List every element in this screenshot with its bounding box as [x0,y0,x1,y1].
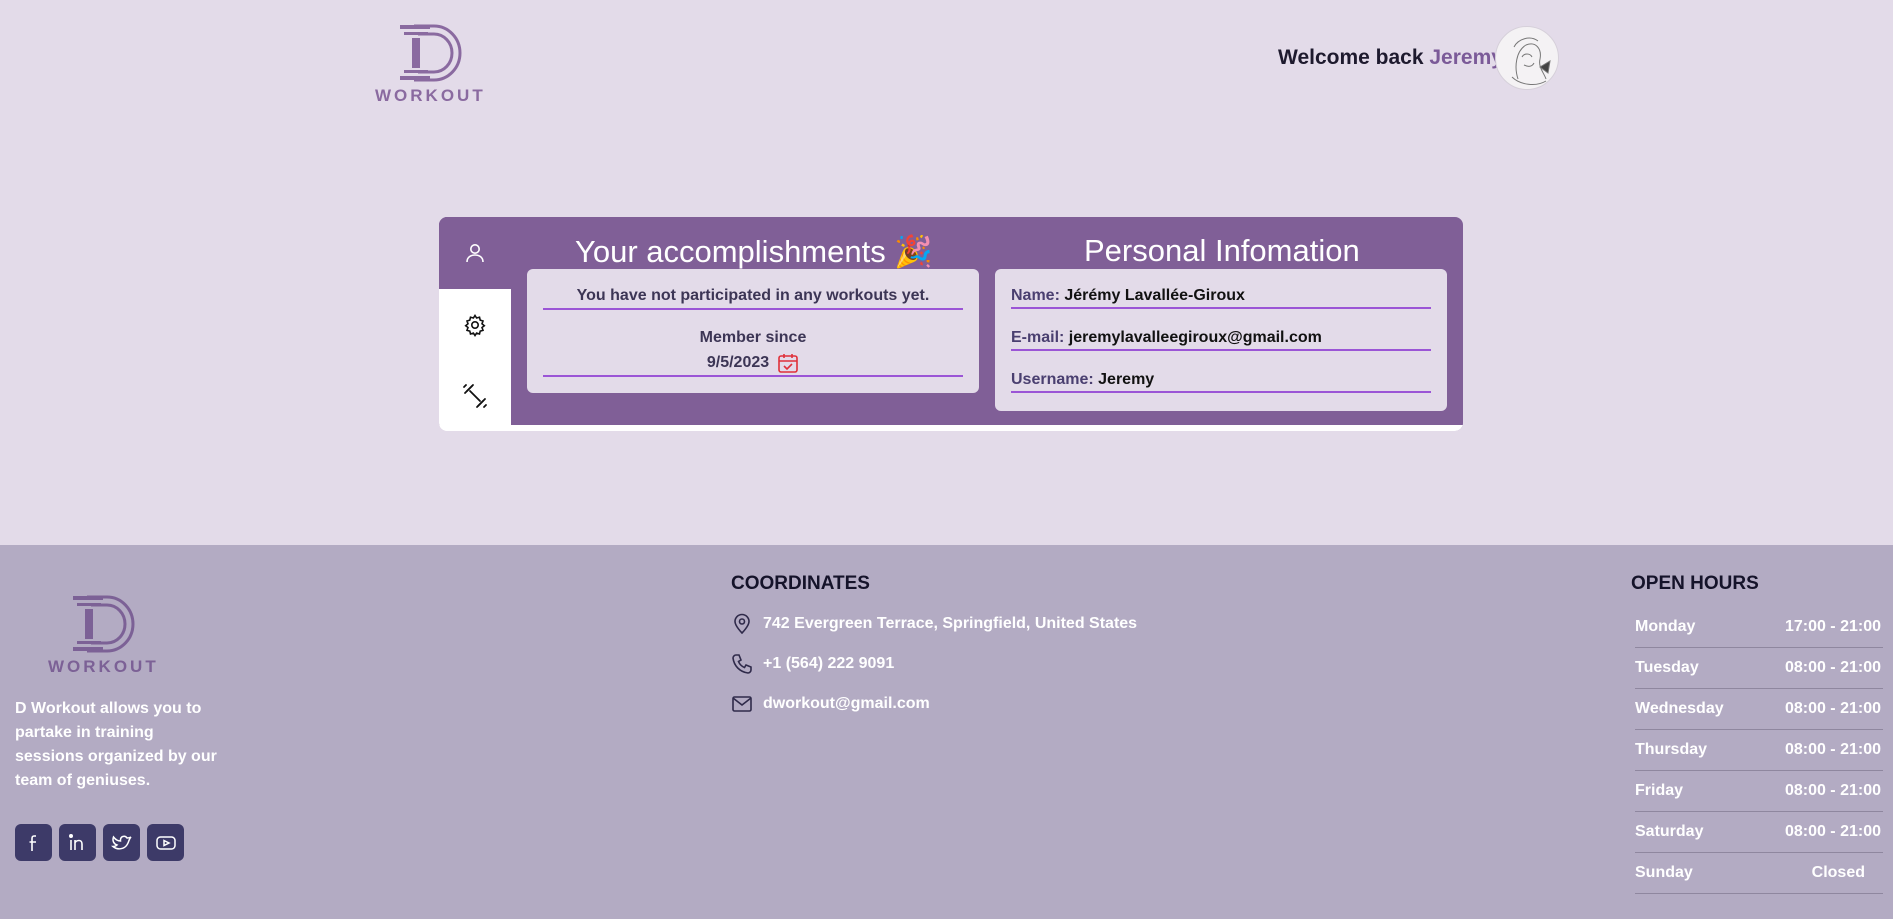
day-label: Friday [1635,782,1684,799]
day-label: Sunday [1635,864,1693,881]
username-row: Username: Jeremy [1011,371,1431,393]
youtube-link[interactable] [147,824,184,861]
accomplishments-title: Your accomplishments 🎉 [575,233,933,270]
welcome-username: Jeremy [1429,46,1503,69]
linkedin-link[interactable] [59,824,96,861]
day-label: Monday [1635,618,1696,635]
hours-time: 08:00 - 21:00 [1784,659,1881,676]
profile-tabs [439,217,511,431]
tab-profile[interactable] [439,217,511,289]
hours-row: Friday 08:00 - 21:00 [1635,771,1883,812]
personal-info-panel: Name: Jérémy Lavallée-Giroux E-mail: jer… [995,269,1447,411]
d-logo-icon [73,595,135,653]
no-workouts-message: You have not participated in any workout… [543,287,963,310]
hours-time: 17:00 - 21:00 [1784,618,1881,635]
hours-time: Closed [1811,864,1865,881]
address-text: 742 Evergreen Terrace, Springfield, Unit… [763,615,1138,632]
party-popper-icon: 🎉 [894,234,933,269]
member-since-label: Member since [699,329,807,346]
welcome-message: Welcome back Jeremy [1278,46,1503,70]
phone-row: +1 (564) 222 9091 [731,653,894,675]
footer-logo[interactable]: WORKOUT [48,593,159,677]
logo-wordmark: WORKOUT [375,86,486,105]
tab-workouts[interactable] [439,361,511,431]
day-label: Tuesday [1635,659,1699,676]
gear-icon [464,314,486,337]
hours-time: 08:00 - 21:00 [1784,741,1881,758]
hours-row: Thursday 08:00 - 21:00 [1635,730,1883,771]
username-value: Jeremy [1098,371,1155,388]
twitter-link[interactable] [103,824,140,861]
footer-description: D Workout allows you to partake in train… [15,700,217,789]
map-pin-icon [734,613,750,635]
open-hours-title: OPEN HOURS [1631,573,1759,594]
hours-row: Saturday 08:00 - 21:00 [1635,812,1883,853]
mail-icon [732,696,752,712]
accomplishments-panel: You have not participated in any workout… [527,269,979,393]
facebook-icon [29,834,36,851]
day-label: Thursday [1635,741,1708,758]
dumbbell-icon [463,384,487,408]
day-label: Wednesday [1635,700,1724,717]
hours-time: 08:00 - 21:00 [1784,700,1881,717]
personal-info-title: Personal Infomation [1084,233,1360,268]
coordinates-title: COORDINATES [731,573,870,594]
hours-row: Monday 17:00 - 21:00 [1635,607,1883,648]
phone-icon [732,654,752,674]
avatar[interactable] [1495,26,1559,90]
phone-text: +1 (564) 222 9091 [763,655,895,672]
youtube-icon [155,835,176,850]
welcome-prefix: Welcome back [1278,46,1424,69]
name-value: Jérémy Lavallée-Giroux [1064,287,1245,304]
email-value: jeremylavalleegiroux@gmail.com [1068,329,1322,346]
member-since-row: 9/5/2023 [543,352,963,377]
header-logo[interactable]: WORKOUT [375,22,486,106]
hours-row: Tuesday 08:00 - 21:00 [1635,648,1883,689]
twitter-icon [110,834,132,850]
hours-row: Wednesday 08:00 - 21:00 [1635,689,1883,730]
d-logo-icon [400,24,462,82]
footer: WORKOUT D Workout allows you to partake … [0,545,1893,919]
hours-time: 08:00 - 21:00 [1784,782,1881,799]
name-label: Name: [1011,287,1060,304]
card-bottom-strip [439,425,1463,431]
calendar-check-icon [778,354,798,373]
name-row: Name: Jérémy Lavallée-Giroux [1011,287,1431,309]
hours-row: Sunday Closed [1635,853,1883,894]
hours-time: 08:00 - 21:00 [1784,823,1881,840]
email-row: E-mail: jeremylavalleegiroux@gmail.com [1011,329,1431,351]
accomplishments-title-text: Your accomplishments [575,234,886,269]
username-label: Username: [1011,371,1094,388]
user-icon [466,244,484,263]
email-contact-row: dworkout@gmail.com [731,693,930,715]
email-label: E-mail: [1011,329,1065,346]
contact-email-text: dworkout@gmail.com [763,695,930,712]
tab-settings[interactable] [439,289,511,361]
open-hours-list: Monday 17:00 - 21:00 Tuesday 08:00 - 21:… [1635,607,1883,894]
day-label: Saturday [1635,823,1704,840]
avatar-sketch-icon [1511,37,1551,85]
linkedin-icon [68,833,83,850]
profile-card: Your accomplishments 🎉 Personal Infomati… [439,217,1463,431]
facebook-link[interactable] [15,824,52,861]
member-since-date: 9/5/2023 [706,354,770,371]
logo-wordmark: WORKOUT [48,657,159,676]
address-row: 742 Evergreen Terrace, Springfield, Unit… [731,613,1137,635]
